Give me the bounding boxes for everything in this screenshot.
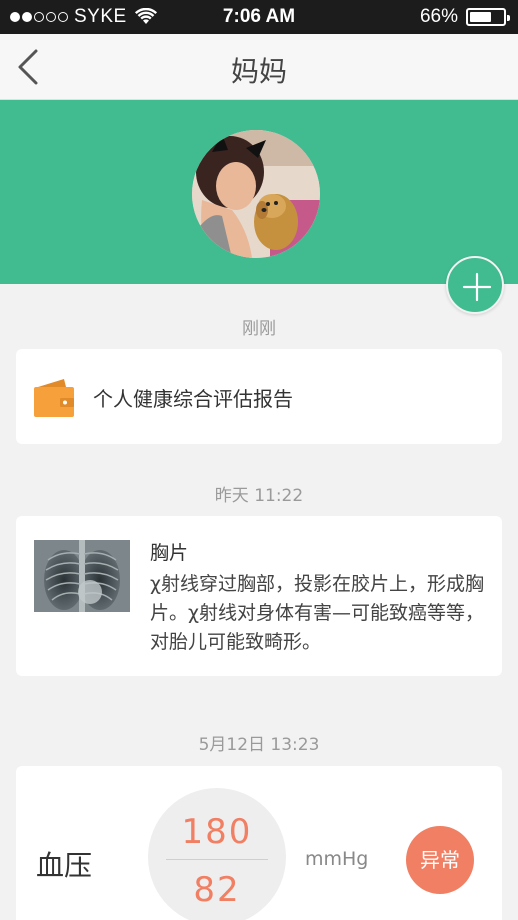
unit-label: mmHg (305, 848, 369, 870)
timestamp: 刚刚 (242, 319, 276, 339)
battery-percentage: 66% (419, 6, 458, 27)
diastolic-value: 82 (193, 870, 241, 910)
reading-divider (166, 859, 268, 860)
status-bar: SYKE 7:06 AM 66% (0, 0, 518, 34)
plus-icon (462, 272, 492, 302)
xray-description: χ射线穿过胸部，投影在胶片上，形成胸片。χ射线对身体有害—可能致癌等等，对胎儿可… (150, 573, 484, 653)
status-right: 66% (419, 6, 510, 28)
chest-xray-card[interactable]: 胸片 χ射线穿过胸部，投影在胶片上，形成胸片。χ射线对身体有害—可能致癌等等，对… (16, 516, 502, 676)
avatar-photo (192, 130, 320, 258)
navigation-bar: 妈妈 (0, 34, 518, 100)
blood-pressure-label: 血压 (36, 849, 93, 882)
blood-pressure-reading: 180 82 (148, 788, 286, 920)
avatar[interactable] (192, 130, 320, 258)
battery-icon (466, 8, 510, 26)
timestamp: 5月12日 13:23 (198, 735, 320, 755)
wallet-icon (34, 379, 74, 417)
report-title: 个人健康综合评估报告 (93, 387, 293, 411)
xray-title: 胸片 (150, 542, 189, 564)
add-button[interactable] (446, 256, 504, 314)
profile-banner (0, 100, 518, 284)
systolic-value: 180 (181, 812, 253, 852)
timestamp: 昨天 11:22 (214, 486, 304, 506)
health-report-card[interactable]: 个人健康综合评估报告 (16, 349, 502, 444)
chest-xray-thumbnail (34, 540, 130, 612)
status-badge: 异常 (406, 826, 474, 894)
page-title: 妈妈 (230, 55, 287, 88)
blood-pressure-card[interactable]: 血压 180 82 mmHg 异常 (16, 766, 502, 920)
